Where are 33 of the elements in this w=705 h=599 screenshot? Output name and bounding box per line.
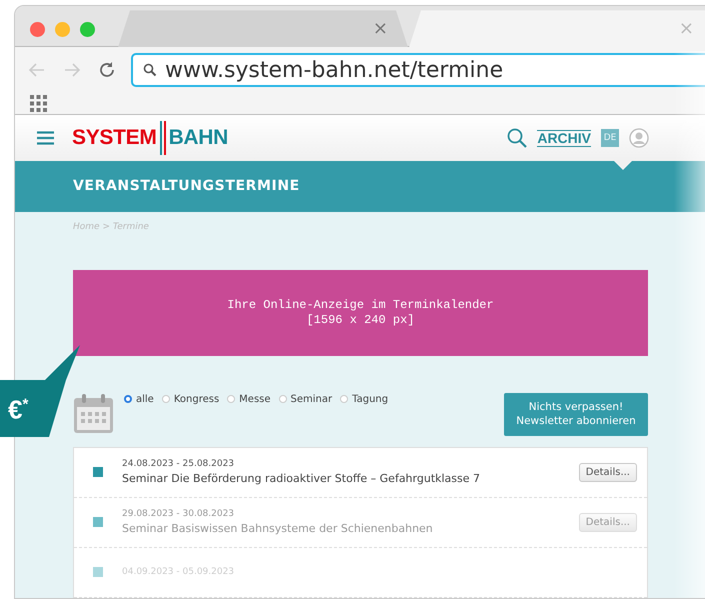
search-icon[interactable] bbox=[507, 128, 528, 148]
filter-radio[interactable]: alle bbox=[124, 394, 154, 405]
address-bar[interactable]: www.system-bahn.net/termine bbox=[131, 53, 705, 88]
filter-radio[interactable]: Kongress bbox=[162, 394, 220, 405]
ad-text: [1596 x 240 px] bbox=[306, 312, 415, 328]
filter-radio[interactable]: Messe bbox=[227, 394, 271, 405]
ad-text: Ihre Online-Anzeige im Terminkalender bbox=[227, 298, 494, 313]
breadcrumb: Home > Termine bbox=[73, 222, 150, 232]
archive-link[interactable]: ARCHIV bbox=[537, 130, 591, 147]
menu-icon[interactable] bbox=[37, 131, 54, 146]
event-title[interactable]: Seminar Die Beförderung radioaktiver Stoffe – Gefahrgutklasse 7 bbox=[122, 472, 480, 486]
url-text: www.system-bahn.net/termine bbox=[165, 58, 504, 83]
page-title: VERANSTALTUNGSTERMINE bbox=[73, 178, 300, 194]
event-title[interactable]: Seminar Basiswissen Bahnsysteme der Schienenbahnen bbox=[122, 522, 433, 536]
calendar-icon bbox=[73, 392, 114, 434]
ad-banner[interactable]: Ihre Online-Anzeige im Terminkalender [1596 x 240 px] bbox=[73, 270, 648, 356]
newsletter-button[interactable]: Nichts verpassen! Newsletter abonnieren bbox=[504, 392, 648, 436]
window-control-button[interactable] bbox=[30, 22, 45, 37]
search-icon bbox=[143, 63, 157, 78]
event-date: 24.08.2023 - 25.08.2023 bbox=[122, 459, 236, 470]
price-label: €$^{*}$ bbox=[8, 394, 28, 425]
details-button[interactable]: Details... bbox=[578, 462, 637, 482]
close-tab-button[interactable]: × bbox=[372, 20, 388, 38]
apps-grid-icon[interactable] bbox=[30, 95, 47, 112]
event-date: 29.08.2023 - 30.08.2023 bbox=[122, 509, 236, 520]
user-icon[interactable] bbox=[629, 128, 649, 148]
filter-radio[interactable]: Tagung bbox=[340, 394, 388, 405]
window-control-button[interactable] bbox=[55, 22, 70, 37]
browser-tab[interactable]: × bbox=[118, 10, 408, 48]
filter-radio[interactable]: Seminar bbox=[278, 394, 332, 405]
logo[interactable]: SYSTEM BAHN bbox=[72, 121, 228, 156]
details-button[interactable]: Details... bbox=[578, 512, 637, 532]
window-control-button[interactable] bbox=[80, 22, 95, 37]
